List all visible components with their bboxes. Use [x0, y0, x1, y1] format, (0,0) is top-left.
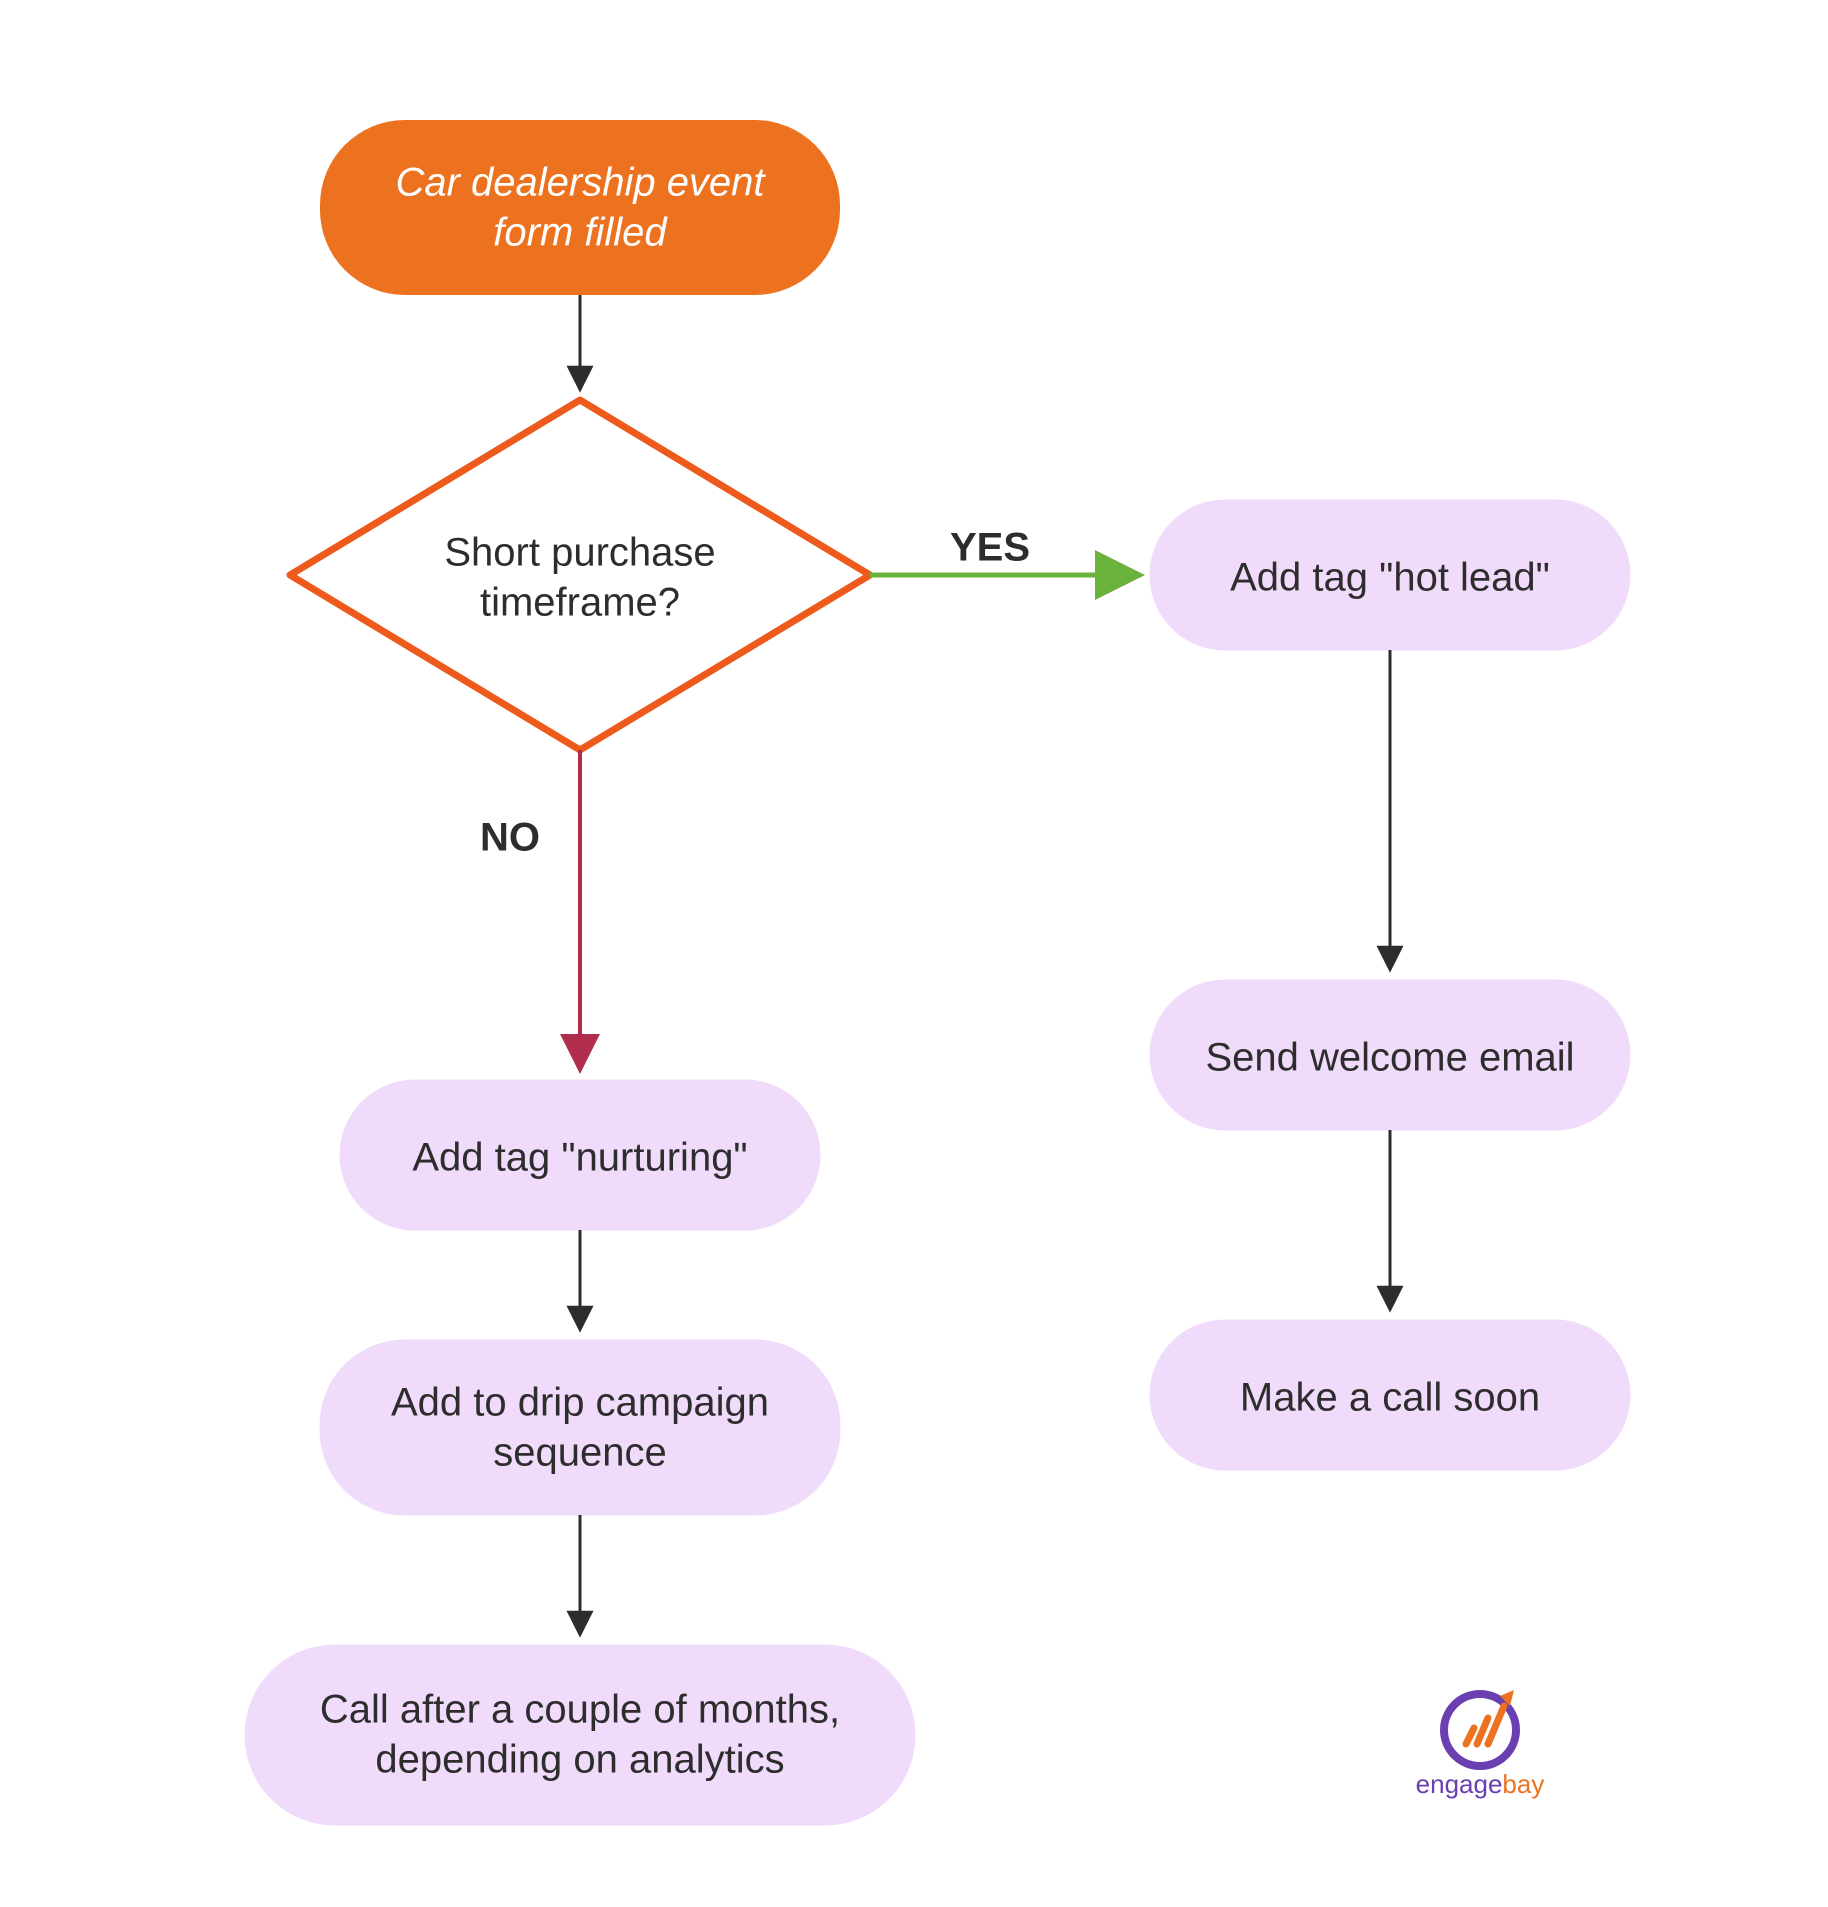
node-drip-campaign: Add to drip campaign sequence [320, 1340, 840, 1515]
node-decision: Short purchase timeframe? [290, 400, 870, 750]
engagebay-logo: engagebay [1416, 1690, 1545, 1799]
node-nurturing: Add tag "nurturing" [340, 1080, 820, 1230]
node-decision-label-line1: Short purchase [444, 531, 715, 575]
node-hot-lead: Add tag "hot lead" [1150, 500, 1630, 650]
node-hot-lead-label: Add tag "hot lead" [1230, 556, 1550, 600]
node-call-soon: Make a call soon [1150, 1320, 1630, 1470]
node-decision-label-line2: timeframe? [480, 581, 680, 625]
flowchart: Car dealership event form filled Short p… [0, 0, 1828, 1907]
logo-bars-icon [1466, 1706, 1504, 1744]
logo-text-suffix: bay [1502, 1769, 1544, 1799]
edge-yes-label: YES [950, 526, 1030, 570]
node-start: Car dealership event form filled [320, 120, 840, 295]
node-call-later-label-line1: Call after a couple of months, [320, 1688, 840, 1732]
svg-text:engagebay: engagebay [1416, 1769, 1545, 1799]
node-call-soon-label: Make a call soon [1240, 1376, 1540, 1420]
node-welcome-email: Send welcome email [1150, 980, 1630, 1130]
node-welcome-email-label: Send welcome email [1205, 1036, 1574, 1080]
node-call-later-label-line2: depending on analytics [375, 1738, 784, 1782]
edge-yes: YES [870, 526, 1140, 575]
edge-no-label: NO [480, 816, 540, 860]
logo-text-prefix: engage [1416, 1769, 1503, 1799]
node-drip-label-line1: Add to drip campaign [391, 1381, 769, 1425]
node-drip-label-line2: sequence [493, 1431, 666, 1475]
node-call-later: Call after a couple of months, depending… [245, 1645, 915, 1825]
edge-no: NO [480, 750, 580, 1070]
node-start-label-line2: form filled [493, 211, 668, 255]
node-nurturing-label: Add tag "nurturing" [412, 1136, 747, 1180]
node-start-label-line1: Car dealership event [395, 161, 766, 205]
